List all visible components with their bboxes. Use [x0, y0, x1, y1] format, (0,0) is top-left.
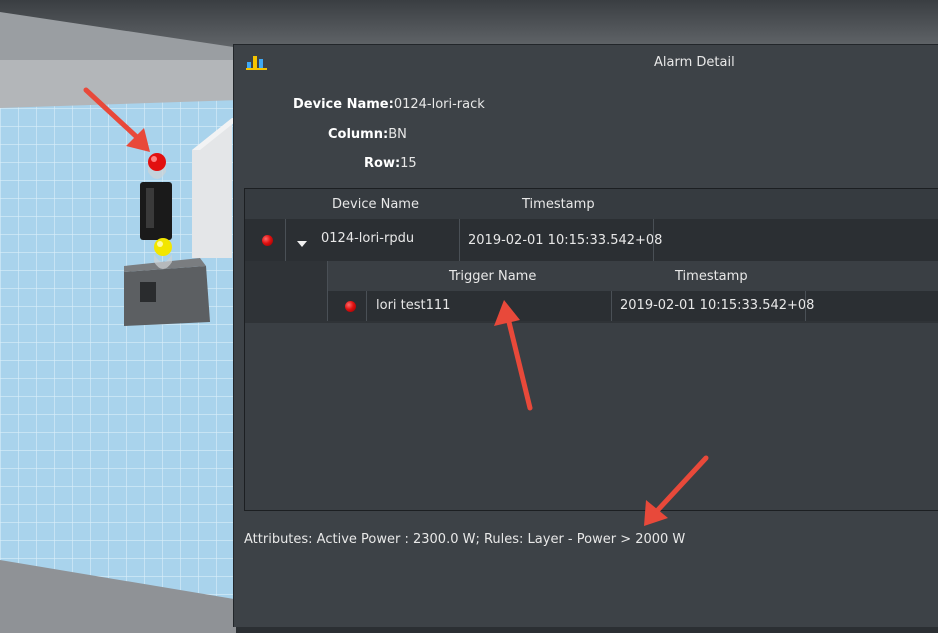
column-value: BN [388, 127, 407, 142]
bar-chart-icon [246, 56, 267, 70]
column-header-timestamp[interactable]: Timestamp [522, 197, 595, 212]
window-title: Alarm Detail [654, 55, 735, 70]
device-lower [124, 266, 210, 326]
device-name-cell: 0124-lori-rpdu [321, 231, 415, 246]
trigger-timestamp-cell: 2019-02-01 10:15:33.542+08 [620, 298, 815, 313]
attributes-text: Attributes: Active Power : 2300.0 W; Rul… [244, 532, 686, 547]
column-label: Column: [328, 127, 389, 142]
column-header-trigger-name[interactable]: Trigger Name [449, 269, 536, 284]
red-alarm-bulb [148, 153, 166, 171]
alarm-grid[interactable]: Device Name Timestamp 0124-lori-rpdu 201… [244, 188, 938, 511]
device-name-value: 0124-lori-rack [393, 97, 485, 112]
yellow-alarm-bulb [154, 238, 172, 256]
trigger-name-cell: lori test111 [376, 298, 451, 313]
alarm-detail-window: Alarm Detail Device Name:0124-lori-rack … [233, 44, 938, 627]
device-tower [140, 182, 172, 240]
trigger-status-icon [345, 301, 356, 312]
timestamp-cell: 2019-02-01 10:15:33.542+08 [468, 233, 663, 248]
device-name-label: Device Name: [293, 97, 394, 112]
row-detail-section: Trigger Name Timestamp lori test111 2019… [245, 261, 938, 323]
column-info: Column:BN [328, 127, 407, 142]
column-header-trigger-timestamp[interactable]: Timestamp [675, 269, 748, 284]
trigger-grid-header: Trigger Name Timestamp [327, 261, 938, 292]
grid-header: Device Name Timestamp [245, 189, 938, 220]
device-name-info: Device Name:0124-lori-rack [293, 97, 485, 112]
row-value: 15 [400, 156, 417, 171]
expand-collapse-icon[interactable] [297, 241, 307, 247]
row-label: Row: [364, 156, 401, 171]
table-row[interactable]: 0124-lori-rpdu 2019-02-01 10:15:33.542+0… [245, 219, 938, 261]
column-header-device-name[interactable]: Device Name [332, 197, 419, 212]
title-bar: Alarm Detail [234, 45, 938, 79]
trigger-row[interactable]: lori test111 2019-02-01 10:15:33.542+08 [327, 291, 938, 321]
alarm-status-icon [262, 235, 273, 246]
row-info: Row:15 [364, 156, 417, 171]
